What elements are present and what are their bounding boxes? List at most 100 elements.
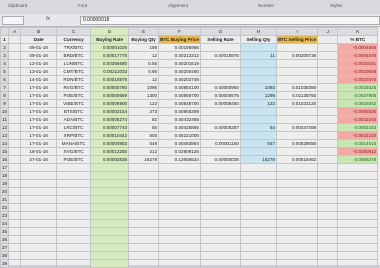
table-cell[interactable]: 17-01-18 [20, 107, 58, 116]
table-cell[interactable] [8, 107, 22, 116]
column-header-g[interactable]: G [199, 27, 241, 36]
ribbon-group-styles[interactable]: Styles [330, 3, 342, 8]
column-header-i[interactable]: I [275, 27, 319, 36]
table-cell[interactable] [337, 251, 379, 260]
table-cell[interactable] [20, 259, 58, 268]
row-number[interactable]: 14 [0, 139, 10, 148]
table-cell[interactable] [317, 147, 339, 156]
table-cell[interactable] [8, 243, 22, 252]
table-cell[interactable]: 0.00000883 [90, 139, 130, 148]
table-cell[interactable] [275, 259, 319, 268]
table-cell[interactable]: 0.00447498 [275, 123, 319, 132]
table-cell[interactable] [275, 75, 319, 84]
table-cell[interactable] [20, 203, 58, 212]
table-cell[interactable] [8, 115, 22, 124]
header-cell[interactable]: Buying Qty [128, 35, 160, 44]
row-number[interactable]: 22 [0, 203, 10, 212]
table-cell[interactable] [239, 235, 277, 244]
table-cell[interactable] [199, 235, 241, 244]
table-cell[interactable]: 0.00007743 [90, 123, 130, 132]
table-cell[interactable] [275, 179, 319, 188]
table-cell[interactable]: 17-01-18 [20, 123, 58, 132]
table-cell[interactable] [90, 203, 130, 212]
table-cell[interactable]: 1095 [128, 83, 160, 92]
table-cell[interactable] [337, 211, 379, 220]
table-cell[interactable]: 0.00629050 [275, 139, 319, 148]
row-number[interactable]: 26 [0, 235, 10, 244]
table-cell[interactable]: 0.00003154 [90, 107, 130, 116]
table-cell[interactable]: 0.00483884 [158, 139, 201, 148]
table-cell[interactable] [317, 123, 339, 132]
row-number[interactable]: 27 [0, 243, 10, 252]
table-cell[interactable] [239, 259, 277, 268]
table-cell[interactable] [199, 171, 241, 180]
table-cell[interactable]: 0.13658534 [158, 155, 201, 164]
table-cell[interactable]: 0.00001026 [90, 43, 130, 52]
table-cell[interactable] [275, 195, 319, 204]
table-cell[interactable] [317, 195, 339, 204]
header-cell[interactable]: % BTC [337, 35, 379, 44]
table-cell[interactable] [158, 203, 201, 212]
table-cell[interactable] [337, 235, 379, 244]
row-number[interactable]: 21 [0, 195, 10, 204]
table-cell[interactable] [337, 195, 379, 204]
table-cell[interactable]: VIBE/BTC [56, 99, 92, 108]
column-header-j[interactable]: J [317, 27, 339, 36]
row-number[interactable]: 2 [0, 43, 10, 52]
table-cell[interactable]: POE/BTC [56, 91, 92, 100]
row-number[interactable]: 18 [0, 171, 10, 180]
table-cell[interactable] [90, 163, 130, 172]
table-cell[interactable]: 0.00432468 [158, 115, 201, 124]
table-cell[interactable] [317, 139, 339, 148]
table-cell[interactable] [158, 227, 201, 236]
table-cell[interactable] [128, 211, 160, 220]
table-cell[interactable]: 82 [128, 115, 160, 124]
name-box[interactable] [2, 16, 24, 25]
row-number[interactable]: 29 [0, 259, 10, 268]
table-cell[interactable] [8, 195, 22, 204]
column-header-corner[interactable] [0, 27, 10, 36]
table-cell[interactable] [337, 171, 379, 180]
table-cell[interactable] [158, 163, 201, 172]
table-cell[interactable] [158, 251, 201, 260]
table-cell[interactable]: 09-01-18 [20, 51, 58, 60]
table-cell[interactable] [8, 211, 22, 220]
table-cell[interactable]: 0.00018976 [199, 51, 241, 60]
table-cell[interactable] [317, 83, 339, 92]
table-cell[interactable] [199, 219, 241, 228]
ribbon-group-number[interactable]: Number [258, 3, 274, 8]
table-cell[interactable] [20, 251, 58, 260]
row-number[interactable]: 25 [0, 227, 10, 236]
table-cell[interactable] [8, 171, 22, 180]
table-cell[interactable]: TRX/BTC [56, 43, 92, 52]
row-number[interactable]: 16 [0, 155, 10, 164]
table-cell[interactable] [56, 195, 92, 204]
ribbon-group-alignment[interactable]: Alignment [168, 3, 188, 8]
column-header-f[interactable]: F [158, 27, 201, 36]
row-number[interactable]: 20 [0, 187, 10, 196]
table-cell[interactable]: 123 [128, 99, 160, 108]
table-cell[interactable] [275, 43, 319, 52]
table-cell[interactable]: 27-01-18 [20, 155, 58, 164]
row-number[interactable]: 19 [0, 179, 10, 188]
table-cell[interactable] [8, 99, 22, 108]
table-cell[interactable] [199, 203, 241, 212]
table-cell[interactable] [275, 187, 319, 196]
table-cell[interactable] [317, 251, 339, 260]
table-cell[interactable] [199, 107, 241, 116]
table-cell[interactable]: 0.00211033 [90, 67, 130, 76]
table-cell[interactable] [239, 203, 277, 212]
table-cell[interactable]: LUN/BTC [56, 59, 92, 68]
table-cell[interactable] [56, 235, 92, 244]
table-cell[interactable] [128, 195, 160, 204]
table-cell[interactable] [199, 251, 241, 260]
table-cell[interactable] [239, 131, 277, 140]
table-cell[interactable] [90, 251, 130, 260]
table-cell[interactable] [8, 219, 22, 228]
table-cell[interactable] [20, 235, 58, 244]
table-cell[interactable]: ADA/BTC [56, 115, 92, 124]
table-cell[interactable] [275, 203, 319, 212]
table-cell[interactable]: 17-01-18 [20, 139, 58, 148]
column-header-e[interactable]: E [128, 27, 160, 36]
table-cell[interactable]: 212 [128, 147, 160, 156]
